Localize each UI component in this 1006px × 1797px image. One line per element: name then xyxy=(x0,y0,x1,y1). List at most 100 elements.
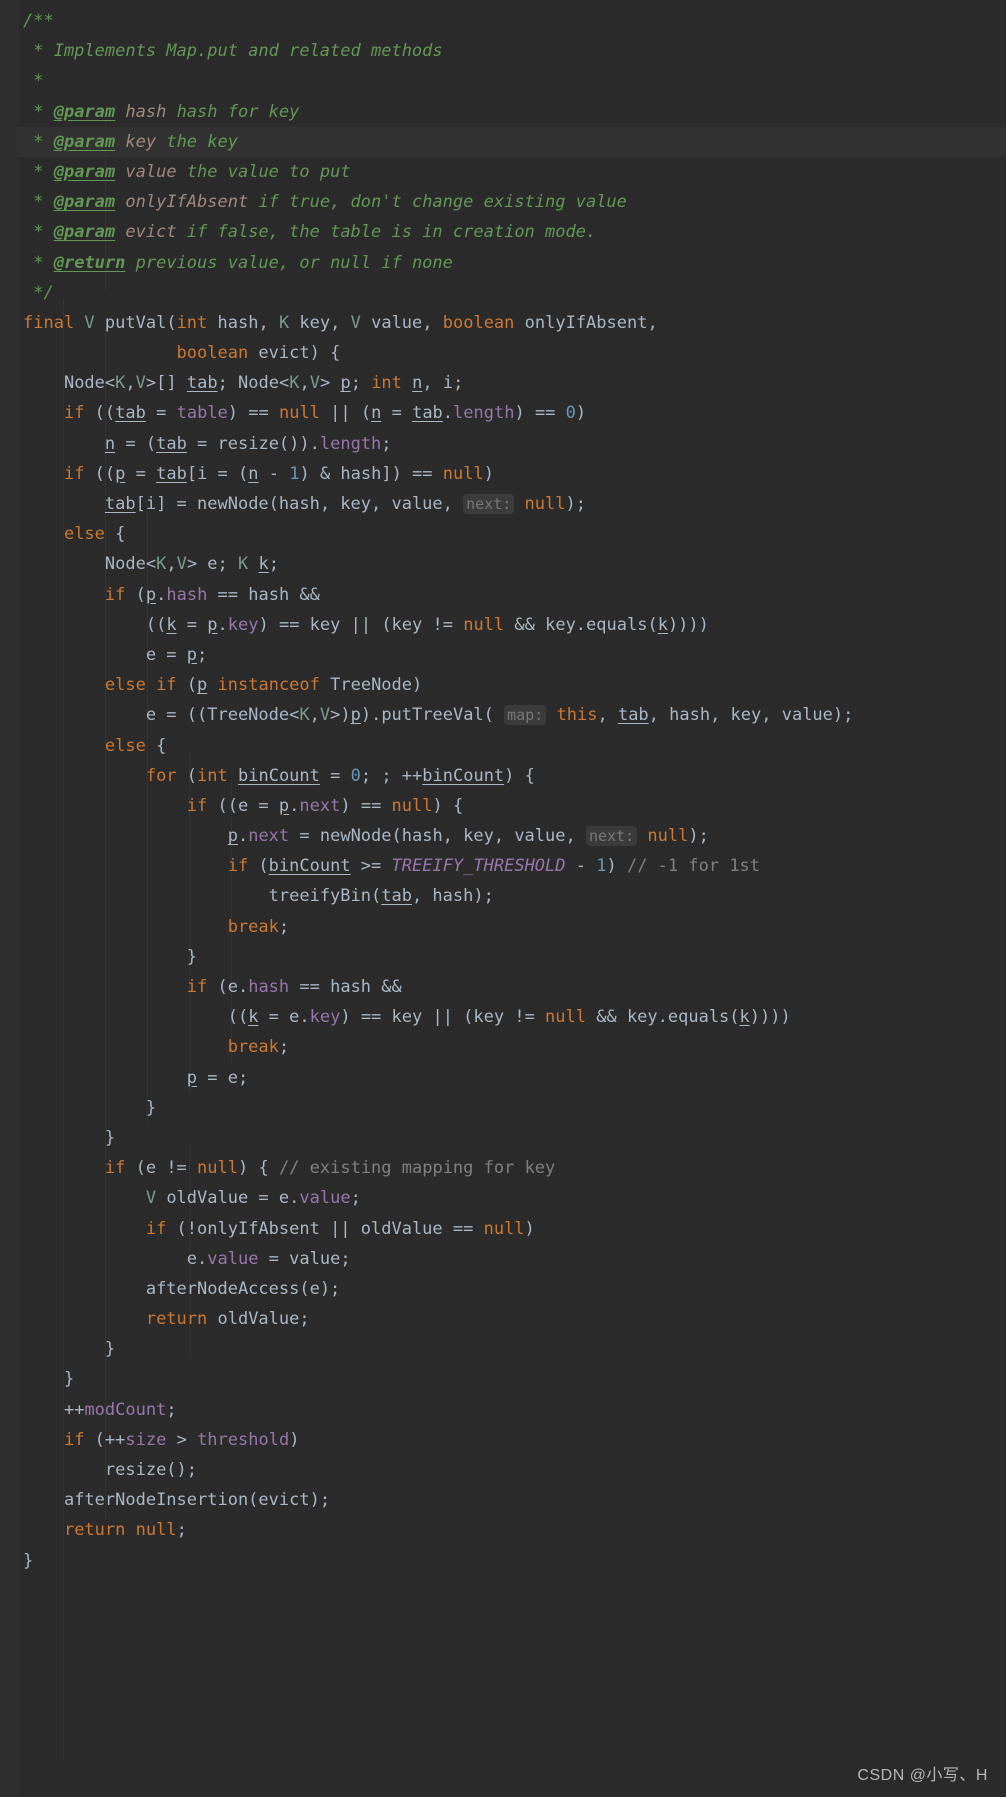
code-token-local: p xyxy=(278,795,290,816)
code-token-txt: } xyxy=(23,1550,34,1571)
code-token-local: tab xyxy=(156,463,187,484)
code-token-type: V xyxy=(135,373,146,394)
code-token-local: p xyxy=(145,584,157,605)
code-line[interactable]: ((k = p.key) == key || (key != null && k… xyxy=(18,610,1006,640)
code-token-local: p xyxy=(115,463,126,484)
code-token-doc: * xyxy=(23,101,54,122)
code-token-txt: ) { xyxy=(504,765,535,786)
code-token-doc: * xyxy=(23,222,54,243)
code-line[interactable]: n = (tab = resize()).length; xyxy=(18,429,1006,459)
code-line[interactable]: * @param evict if false, the table is in… xyxy=(18,217,1006,247)
code-line[interactable]: tab[i] = newNode(hash, key, value, next:… xyxy=(18,489,1006,519)
code-line[interactable]: break; xyxy=(18,1032,1006,1062)
code-token-txt: afterNodeAccess(e); xyxy=(145,1278,341,1299)
code-token-local: k xyxy=(248,1007,259,1028)
code-token-txt: && key.equals( xyxy=(504,614,658,635)
code-token-txt: == hash && xyxy=(289,977,402,997)
code-line[interactable]: * @param onlyIfAbsent if true, don't cha… xyxy=(18,187,1006,217)
code-line[interactable]: ++modCount; xyxy=(18,1395,1006,1425)
code-token-kw: null xyxy=(442,463,484,484)
code-token-doc: */ xyxy=(23,282,54,303)
code-token-local: tab xyxy=(104,494,136,514)
code-line[interactable]: else { xyxy=(18,519,1006,549)
code-token-local: n xyxy=(104,433,116,454)
code-line[interactable]: final V putVal(int hash, K key, V value,… xyxy=(18,308,1006,338)
code-token-doctag: @return xyxy=(53,252,126,273)
code-line[interactable]: } xyxy=(18,942,1006,972)
code-line[interactable]: * xyxy=(18,66,1006,96)
code-line[interactable]: } xyxy=(18,1093,1006,1123)
code-line[interactable]: return oldValue; xyxy=(18,1304,1006,1334)
code-line[interactable]: } xyxy=(18,1546,1006,1576)
code-line[interactable]: * @param value the value to put xyxy=(18,157,1006,187)
code-line[interactable]: if (++size > threshold) xyxy=(18,1425,1006,1455)
code-line[interactable]: return null; xyxy=(18,1515,1006,1545)
code-line[interactable]: * @param hash hash for key xyxy=(18,97,1006,127)
code-line[interactable]: afterNodeAccess(e); xyxy=(18,1274,1006,1304)
code-token-local: n xyxy=(371,403,382,424)
code-line[interactable]: * @param key the key xyxy=(18,126,1006,157)
code-line[interactable]: /** xyxy=(18,6,1006,36)
code-editor[interactable]: /** * Implements Map.put and related met… xyxy=(0,0,1006,1797)
code-line[interactable]: if (binCount >= TREEIFY_THRESHOLD - 1) /… xyxy=(18,851,1006,881)
code-line[interactable]: if ((p = tab[i = (n - 1) & hash]) == nul… xyxy=(18,459,1006,489)
code-token-type: K xyxy=(289,373,300,394)
code-line[interactable]: if ((e = p.next) == null) { xyxy=(18,791,1006,821)
code-line[interactable]: } xyxy=(18,1334,1006,1364)
code-line[interactable]: else if (p instanceof TreeNode) xyxy=(18,670,1006,700)
code-token-txt: , xyxy=(166,554,177,575)
code-line[interactable]: boolean evict) { xyxy=(18,338,1006,368)
code-line[interactable]: p.next = newNode(hash, key, value, next:… xyxy=(18,821,1006,851)
code-line[interactable]: else { xyxy=(18,731,1006,761)
code-line[interactable]: * @return previous value, or null if non… xyxy=(18,248,1006,278)
code-line[interactable]: } xyxy=(18,1123,1006,1153)
code-line[interactable]: if (e.hash == hash && xyxy=(18,972,1006,1002)
code-token-txt: hash, xyxy=(207,312,279,333)
code-line[interactable]: afterNodeInsertion(evict); xyxy=(18,1485,1006,1515)
code-token-txt: ); xyxy=(565,494,586,514)
code-line[interactable]: for (int binCount = 0; ; ++binCount) { xyxy=(18,761,1006,791)
code-line[interactable]: if (e != null) { // existing mapping for… xyxy=(18,1153,1006,1183)
code-line[interactable]: * Implements Map.put and related methods xyxy=(18,36,1006,66)
code-token-kw: null xyxy=(545,1007,586,1028)
code-token-txt: ) xyxy=(606,856,627,877)
code-line[interactable]: p = e; xyxy=(18,1063,1006,1093)
code-token-local: p xyxy=(186,1067,198,1088)
code-token-txt: TreeNode) xyxy=(319,675,423,696)
code-token-txt: [i] = newNode(hash, key, value, xyxy=(135,494,464,514)
code-line[interactable]: break; xyxy=(18,912,1006,942)
code-line[interactable]: */ xyxy=(18,278,1006,308)
code-token-field: key xyxy=(309,1007,341,1028)
code-line[interactable]: if (p.hash == hash && xyxy=(18,580,1006,610)
code-line[interactable]: e = p; xyxy=(18,640,1006,670)
code-content[interactable]: /** * Implements Map.put and related met… xyxy=(0,6,1006,1576)
code-token-kw: return xyxy=(63,1520,126,1541)
code-line[interactable]: } xyxy=(18,1364,1006,1394)
code-token-txt: afterNodeInsertion(evict); xyxy=(63,1490,331,1511)
code-token-txt: >= xyxy=(350,856,392,877)
code-line[interactable]: if (!onlyIfAbsent || oldValue == null) xyxy=(18,1214,1006,1244)
code-line[interactable]: Node<K,V>[] tab; Node<K,V> p; int n, i; xyxy=(18,368,1006,398)
code-line[interactable]: ((k = e.key) == key || (key != null && k… xyxy=(18,1002,1006,1032)
code-token-txt: ) == xyxy=(340,795,392,816)
code-token-txt: } xyxy=(145,1097,157,1118)
code-line[interactable]: Node<K,V> e; K k; xyxy=(18,549,1006,579)
code-token-type: K xyxy=(115,373,126,394)
code-token-kw: if xyxy=(186,795,208,816)
code-token-txt: Node< xyxy=(104,554,157,575)
code-line[interactable]: V oldValue = e.value; xyxy=(18,1183,1006,1213)
code-line[interactable]: treeifyBin(tab, hash); xyxy=(18,881,1006,911)
code-token-doc: if false, the table is in creation mode. xyxy=(176,222,597,243)
code-line[interactable]: e.value = value; xyxy=(18,1244,1006,1274)
code-line[interactable]: if ((tab = table) == null || (n = tab.le… xyxy=(18,398,1006,428)
code-line[interactable]: resize(); xyxy=(18,1455,1006,1485)
code-token-local: p xyxy=(207,614,218,635)
code-token-kw: if xyxy=(186,977,208,997)
code-token-num: 0 xyxy=(350,765,361,786)
code-line[interactable]: e = ((TreeNode<K,V>)p).putTreeVal( map: … xyxy=(18,700,1006,730)
code-token-kw: int xyxy=(197,765,228,786)
